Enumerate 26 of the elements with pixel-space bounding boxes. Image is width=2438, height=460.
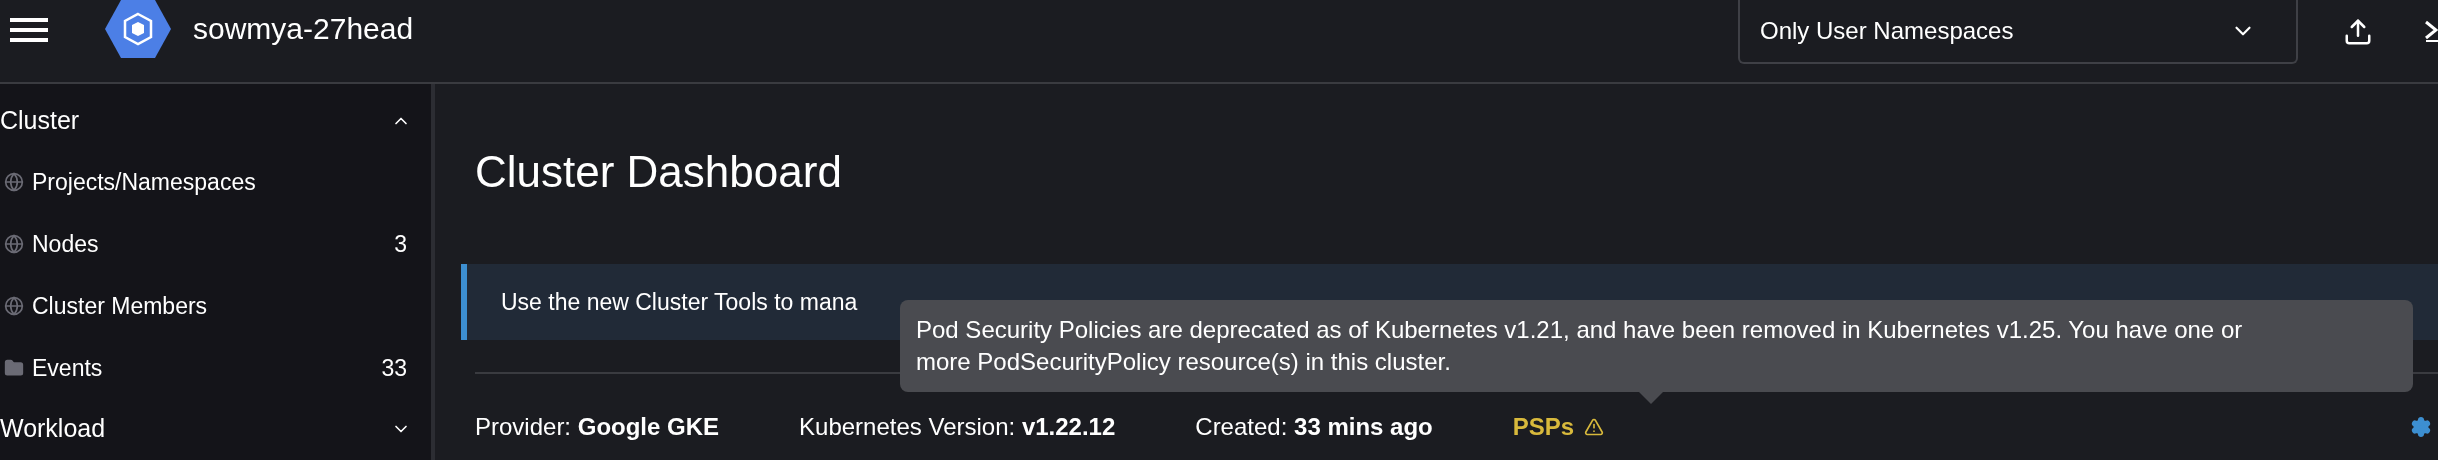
nav-group-header[interactable]: Workload xyxy=(0,399,431,459)
nav-item[interactable]: Projects/Namespaces xyxy=(32,164,256,200)
terminal-icon[interactable] xyxy=(2424,20,2438,42)
psp-label[interactable]: PSPs xyxy=(1512,409,1575,445)
globe-icon xyxy=(4,172,24,192)
item-count: 3 xyxy=(394,229,407,259)
cluster-name: sowmya-27head xyxy=(193,11,414,47)
nav-item[interactable]: Events xyxy=(32,350,103,386)
cluster-fact: Provider: Google GKE xyxy=(475,412,720,442)
globe-icon xyxy=(4,234,24,254)
cluster-fact: Created: 33 mins ago xyxy=(1195,412,1433,442)
item-count: 33 xyxy=(381,353,407,383)
settings-icon[interactable] xyxy=(2410,416,2432,438)
globe-icon xyxy=(4,296,24,316)
cluster-fact: Kubernetes Version: v1.22.12 xyxy=(799,412,1116,442)
tooltip: Pod Security Policies are deprecated as of Kubernetes v1.21, and have been removed in Kubernetes v1.25. You have one or more PodSecurityPolicy resource(s) in this cluster. xyxy=(900,300,2413,392)
page-title: Cluster Dashboard xyxy=(475,146,843,198)
folder-icon xyxy=(4,358,24,378)
nav-item[interactable]: Cluster Members xyxy=(32,288,208,324)
namespace-dropdown[interactable]: Only User Namespaces xyxy=(1738,0,2298,64)
menu-button[interactable] xyxy=(10,18,48,42)
upload-icon xyxy=(2343,17,2373,47)
hexagon-cube-logo-icon xyxy=(105,0,171,58)
nav-item[interactable]: Nodes xyxy=(32,226,99,262)
nav-group-header[interactable]: Cluster xyxy=(0,91,431,151)
tooltip-pointer xyxy=(1639,392,1663,404)
